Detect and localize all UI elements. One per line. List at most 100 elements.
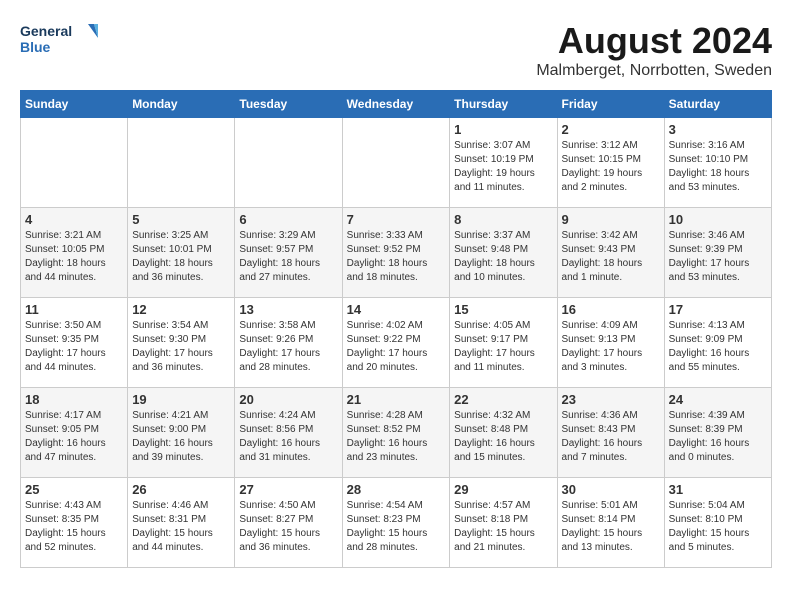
day-info: Sunrise: 3:37 AM Sunset: 9:48 PM Dayligh… <box>454 229 552 285</box>
calendar-cell: 10 Sunrise: 3:46 AM Sunset: 9:39 PM Dayli… <box>664 208 771 298</box>
header-wednesday: Wednesday <box>342 91 450 118</box>
day-number: 29 <box>454 482 552 497</box>
day-number: 24 <box>669 392 767 407</box>
calendar-cell <box>21 118 128 208</box>
header-thursday: Thursday <box>450 91 557 118</box>
day-info: Sunrise: 3:50 AM Sunset: 9:35 PM Dayligh… <box>25 319 123 375</box>
calendar-cell: 15 Sunrise: 4:05 AM Sunset: 9:17 PM Dayli… <box>450 298 557 388</box>
day-number: 4 <box>25 212 123 227</box>
day-info: Sunrise: 4:50 AM Sunset: 8:27 PM Dayligh… <box>239 499 337 555</box>
calendar-cell: 11 Sunrise: 3:50 AM Sunset: 9:35 PM Dayli… <box>21 298 128 388</box>
day-info: Sunrise: 3:46 AM Sunset: 9:39 PM Dayligh… <box>669 229 767 285</box>
day-info: Sunrise: 4:09 AM Sunset: 9:13 PM Dayligh… <box>562 319 660 375</box>
day-number: 28 <box>347 482 446 497</box>
calendar-week-row: 4Sunrise: 3:21 AM Sunset: 10:05 PM Dayli… <box>21 208 772 298</box>
day-info: Sunrise: 4:57 AM Sunset: 8:18 PM Dayligh… <box>454 499 552 555</box>
day-info: Sunrise: 3:58 AM Sunset: 9:26 PM Dayligh… <box>239 319 337 375</box>
calendar-cell: 19 Sunrise: 4:21 AM Sunset: 9:00 PM Dayli… <box>128 388 235 478</box>
day-number: 20 <box>239 392 337 407</box>
day-number: 2 <box>562 122 660 137</box>
header-friday: Friday <box>557 91 664 118</box>
logo-svg: General Blue <box>20 20 100 60</box>
calendar-cell: 12 Sunrise: 3:54 AM Sunset: 9:30 PM Dayli… <box>128 298 235 388</box>
calendar-cell: 29 Sunrise: 4:57 AM Sunset: 8:18 PM Dayli… <box>450 478 557 568</box>
header-tuesday: Tuesday <box>235 91 342 118</box>
day-number: 26 <box>132 482 230 497</box>
calendar-cell: 2Sunrise: 3:12 AM Sunset: 10:15 PM Dayli… <box>557 118 664 208</box>
day-info: Sunrise: 4:36 AM Sunset: 8:43 PM Dayligh… <box>562 409 660 465</box>
calendar-header-row: Sunday Monday Tuesday Wednesday Thursday… <box>21 91 772 118</box>
day-number: 31 <box>669 482 767 497</box>
day-number: 13 <box>239 302 337 317</box>
month-title: August 2024 <box>536 20 772 62</box>
day-number: 17 <box>669 302 767 317</box>
calendar-cell: 20Sunrise: 4:24 AM Sunset: 8:56 PM Dayli… <box>235 388 342 478</box>
day-number: 25 <box>25 482 123 497</box>
day-info: Sunrise: 4:21 AM Sunset: 9:00 PM Dayligh… <box>132 409 230 465</box>
page-header: General Blue August 2024 Malmberget, Nor… <box>20 20 772 80</box>
calendar-cell: 5Sunrise: 3:25 AM Sunset: 10:01 PM Dayli… <box>128 208 235 298</box>
header-saturday: Saturday <box>664 91 771 118</box>
day-info: Sunrise: 5:04 AM Sunset: 8:10 PM Dayligh… <box>669 499 767 555</box>
title-section: August 2024 Malmberget, Norrbotten, Swed… <box>536 20 772 80</box>
day-info: Sunrise: 4:46 AM Sunset: 8:31 PM Dayligh… <box>132 499 230 555</box>
calendar-cell: 7Sunrise: 3:33 AM Sunset: 9:52 PM Daylig… <box>342 208 450 298</box>
day-number: 18 <box>25 392 123 407</box>
calendar-week-row: 18 Sunrise: 4:17 AM Sunset: 9:05 PM Dayli… <box>21 388 772 478</box>
day-number: 21 <box>347 392 446 407</box>
day-info: Sunrise: 4:05 AM Sunset: 9:17 PM Dayligh… <box>454 319 552 375</box>
calendar-cell: 26 Sunrise: 4:46 AM Sunset: 8:31 PM Dayli… <box>128 478 235 568</box>
day-info: Sunrise: 3:54 AM Sunset: 9:30 PM Dayligh… <box>132 319 230 375</box>
calendar-cell: 3 Sunrise: 3:16 AM Sunset: 10:10 PM Dayli… <box>664 118 771 208</box>
calendar-cell: 27 Sunrise: 4:50 AM Sunset: 8:27 PM Dayli… <box>235 478 342 568</box>
day-info: Sunrise: 4:02 AM Sunset: 9:22 PM Dayligh… <box>347 319 446 375</box>
day-number: 1 <box>454 122 552 137</box>
calendar-cell <box>342 118 450 208</box>
calendar-cell: 18 Sunrise: 4:17 AM Sunset: 9:05 PM Dayli… <box>21 388 128 478</box>
calendar-cell: 4Sunrise: 3:21 AM Sunset: 10:05 PM Dayli… <box>21 208 128 298</box>
day-info: Sunrise: 3:16 AM Sunset: 10:10 PM Daylig… <box>669 139 767 195</box>
day-info: Sunrise: 4:17 AM Sunset: 9:05 PM Dayligh… <box>25 409 123 465</box>
calendar-cell: 28 Sunrise: 4:54 AM Sunset: 8:23 PM Dayli… <box>342 478 450 568</box>
calendar-cell: 9 Sunrise: 3:42 AM Sunset: 9:43 PM Daylig… <box>557 208 664 298</box>
day-number: 16 <box>562 302 660 317</box>
day-number: 11 <box>25 302 123 317</box>
day-info: Sunrise: 4:39 AM Sunset: 8:39 PM Dayligh… <box>669 409 767 465</box>
header-monday: Monday <box>128 91 235 118</box>
day-info: Sunrise: 3:07 AM Sunset: 10:19 PM Daylig… <box>454 139 552 195</box>
day-info: Sunrise: 3:42 AM Sunset: 9:43 PM Dayligh… <box>562 229 660 285</box>
logo: General Blue <box>20 20 100 60</box>
day-info: Sunrise: 3:29 AM Sunset: 9:57 PM Dayligh… <box>239 229 337 285</box>
calendar-cell <box>128 118 235 208</box>
calendar-cell: 31 Sunrise: 5:04 AM Sunset: 8:10 PM Dayli… <box>664 478 771 568</box>
calendar-cell: 25 Sunrise: 4:43 AM Sunset: 8:35 PM Dayli… <box>21 478 128 568</box>
calendar-week-row: 11 Sunrise: 3:50 AM Sunset: 9:35 PM Dayli… <box>21 298 772 388</box>
day-info: Sunrise: 4:43 AM Sunset: 8:35 PM Dayligh… <box>25 499 123 555</box>
day-number: 30 <box>562 482 660 497</box>
svg-text:Blue: Blue <box>20 39 51 55</box>
day-number: 3 <box>669 122 767 137</box>
day-number: 19 <box>132 392 230 407</box>
calendar-table: Sunday Monday Tuesday Wednesday Thursday… <box>20 90 772 568</box>
calendar-week-row: 1 Sunrise: 3:07 AM Sunset: 10:19 PM Dayli… <box>21 118 772 208</box>
day-number: 12 <box>132 302 230 317</box>
calendar-cell: 21 Sunrise: 4:28 AM Sunset: 8:52 PM Dayli… <box>342 388 450 478</box>
day-number: 22 <box>454 392 552 407</box>
calendar-week-row: 25 Sunrise: 4:43 AM Sunset: 8:35 PM Dayli… <box>21 478 772 568</box>
calendar-cell: 17 Sunrise: 4:13 AM Sunset: 9:09 PM Dayli… <box>664 298 771 388</box>
day-info: Sunrise: 4:28 AM Sunset: 8:52 PM Dayligh… <box>347 409 446 465</box>
day-number: 15 <box>454 302 552 317</box>
day-number: 5 <box>132 212 230 227</box>
day-number: 27 <box>239 482 337 497</box>
day-number: 6 <box>239 212 337 227</box>
calendar-cell: 14Sunrise: 4:02 AM Sunset: 9:22 PM Dayli… <box>342 298 450 388</box>
day-number: 8 <box>454 212 552 227</box>
day-number: 10 <box>669 212 767 227</box>
day-info: Sunrise: 5:01 AM Sunset: 8:14 PM Dayligh… <box>562 499 660 555</box>
calendar-cell: 24 Sunrise: 4:39 AM Sunset: 8:39 PM Dayli… <box>664 388 771 478</box>
day-info: Sunrise: 4:13 AM Sunset: 9:09 PM Dayligh… <box>669 319 767 375</box>
day-info: Sunrise: 3:33 AM Sunset: 9:52 PM Dayligh… <box>347 229 446 285</box>
day-number: 9 <box>562 212 660 227</box>
calendar-cell: 1 Sunrise: 3:07 AM Sunset: 10:19 PM Dayli… <box>450 118 557 208</box>
day-info: Sunrise: 4:54 AM Sunset: 8:23 PM Dayligh… <box>347 499 446 555</box>
